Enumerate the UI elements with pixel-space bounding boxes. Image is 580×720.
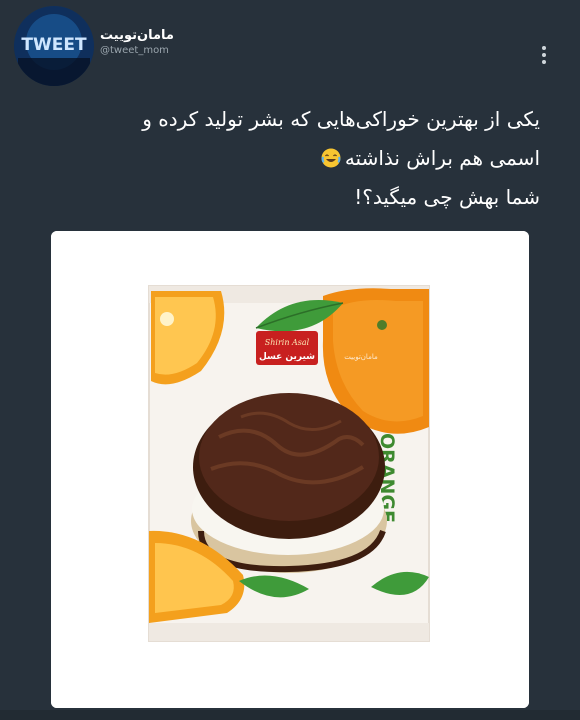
tweet-line-3: شما بهش چی میگید؟!	[354, 185, 540, 209]
brand-latin-text: Shirin Asal	[265, 338, 310, 347]
avatar[interactable]: TWEET	[14, 6, 94, 86]
product-photo: Shirin Asal شیرین عسل مامان‌توییت ORANGE	[51, 231, 529, 708]
tweet-media[interactable]: Shirin Asal شیرین عسل مامان‌توییت ORANGE	[51, 231, 529, 708]
tweet-line-2: اسمی هم براش نذاشته	[344, 146, 540, 170]
brand-persian-text: شیرین عسل	[259, 352, 315, 362]
laughing-emoji-icon	[321, 148, 341, 168]
more-options-icon[interactable]	[538, 44, 550, 68]
user-handle[interactable]: @tweet_mom	[100, 45, 174, 56]
avatar-logo-text: TWEET	[21, 35, 87, 55]
chocolate-cake	[191, 393, 387, 573]
tweet-line-2-wrap: اسمی هم براش نذاشته	[40, 139, 540, 178]
tweet-header: TWEET مامان‌توییت @tweet_mom	[0, 0, 580, 90]
display-name[interactable]: مامان‌توییت	[100, 28, 174, 43]
avatar-image: TWEET	[14, 6, 94, 86]
watermark: مامان‌توییت	[344, 353, 378, 361]
author-info: مامان‌توییت @tweet_mom	[100, 28, 174, 56]
package-bottom-seal	[149, 623, 429, 641]
next-tweet-divider	[0, 710, 580, 720]
tweet-text: یکی از بهترین خوراکی‌هایی که بشر تولید ک…	[40, 100, 540, 217]
brand-logo: Shirin Asal شیرین عسل	[256, 331, 318, 365]
tweet-line-1: یکی از بهترین خوراکی‌هایی که بشر تولید ک…	[142, 107, 540, 131]
